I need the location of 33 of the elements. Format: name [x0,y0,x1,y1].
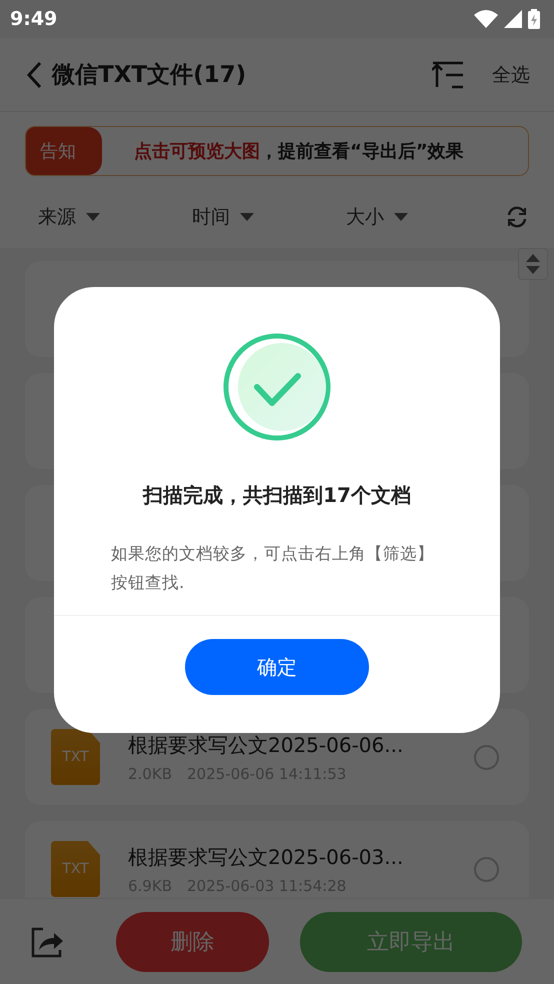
back-icon[interactable] [26,60,42,88]
notice-tag: 告知 [26,127,102,175]
sort-icon[interactable] [432,60,464,88]
delete-button[interactable]: 删除 [116,912,269,972]
filter-dropdown[interactable]: 时间 [192,204,346,230]
scroll-button[interactable] [518,248,548,280]
caret-icon [240,213,254,221]
page-title: 微信TXT文件(17) [52,61,248,90]
confirm-button[interactable]: 确定 [185,639,369,695]
file-name: 根据要求写公文2025-06-03... [128,844,404,870]
caret-icon [394,213,408,221]
filter-dropdown[interactable]: 来源 [38,204,192,230]
dialog-title: 扫描完成，共扫描到17个文档 [143,482,411,509]
select-radio[interactable] [474,744,499,770]
battery-icon [528,9,540,29]
wifi-icon [474,10,498,28]
caret-icon [86,213,100,221]
select-all-button[interactable]: 全选 [492,62,530,88]
status-time: 9:49 [10,8,58,30]
dialog-message: 如果您的文档较多，可点击右上角【筛选】按钮查找. [111,543,435,594]
txt-file-icon: TXT [51,729,100,785]
filter-dropdown[interactable]: 大小 [346,204,500,230]
notice-text: 点击可预览大图，提前查看“导出后”效果 [134,140,464,163]
export-button[interactable]: 立即导出 [300,912,522,972]
select-radio[interactable] [474,856,499,882]
up-down-arrows-icon [525,253,541,275]
notice-banner[interactable]: 告知 点击可预览大图，提前查看“导出后”效果 [25,126,529,176]
txt-file-icon: TXT [51,841,100,897]
check-circle-icon [222,332,332,442]
share-icon[interactable] [30,926,64,958]
file-name: 根据要求写公文2025-06-06... [128,732,404,758]
refresh-icon[interactable] [506,206,528,228]
signal-icon [504,10,522,28]
